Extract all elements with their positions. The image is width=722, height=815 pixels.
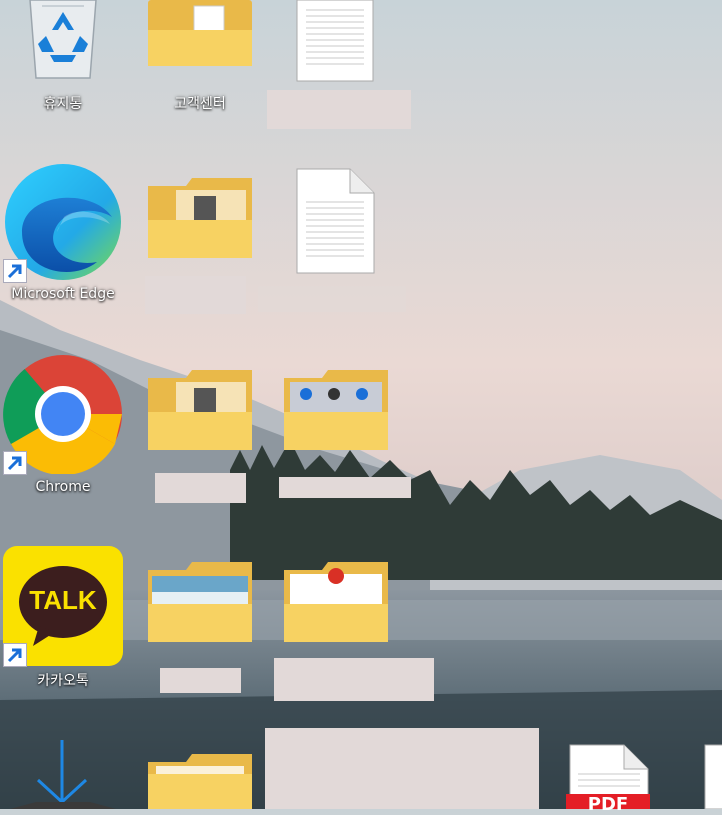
redacted-label	[274, 658, 434, 701]
redacted-label	[155, 473, 246, 503]
document-icon[interactable]	[296, 168, 376, 274]
pdf-badge-text: PDF	[587, 794, 629, 815]
chrome-label: Chrome	[35, 479, 91, 495]
recycle-bin-label: 휴지통	[43, 96, 83, 112]
folder-icon[interactable]	[282, 562, 390, 646]
shortcut-arrow-icon	[3, 451, 27, 475]
folder-customer-center-label: 고객센터	[174, 96, 226, 112]
shortcut-arrow-icon	[3, 259, 27, 283]
document-icon[interactable]	[296, 0, 376, 82]
redacted-label	[258, 286, 406, 312]
document-icon[interactable]	[704, 744, 722, 810]
folder-icon[interactable]	[146, 370, 254, 454]
redacted-label	[265, 728, 539, 809]
shortcut-arrow-icon	[3, 643, 27, 667]
folder-icon[interactable]	[282, 370, 390, 454]
folder-icon[interactable]	[146, 0, 254, 70]
kakaotalk-badge-text: TALK	[29, 585, 97, 615]
folder-icon[interactable]	[146, 178, 254, 262]
microsoft-edge-label: Microsoft Edge	[11, 286, 115, 302]
redacted-label	[145, 276, 246, 314]
redacted-label	[267, 90, 411, 129]
redacted-label	[160, 668, 241, 693]
redacted-label	[279, 477, 411, 498]
download-arrow-icon[interactable]	[10, 740, 120, 809]
folder-icon[interactable]	[146, 754, 254, 809]
folder-icon[interactable]	[146, 562, 254, 646]
recycle-bin-icon[interactable]	[22, 0, 104, 82]
kakaotalk-label: 카카오톡	[37, 673, 89, 689]
